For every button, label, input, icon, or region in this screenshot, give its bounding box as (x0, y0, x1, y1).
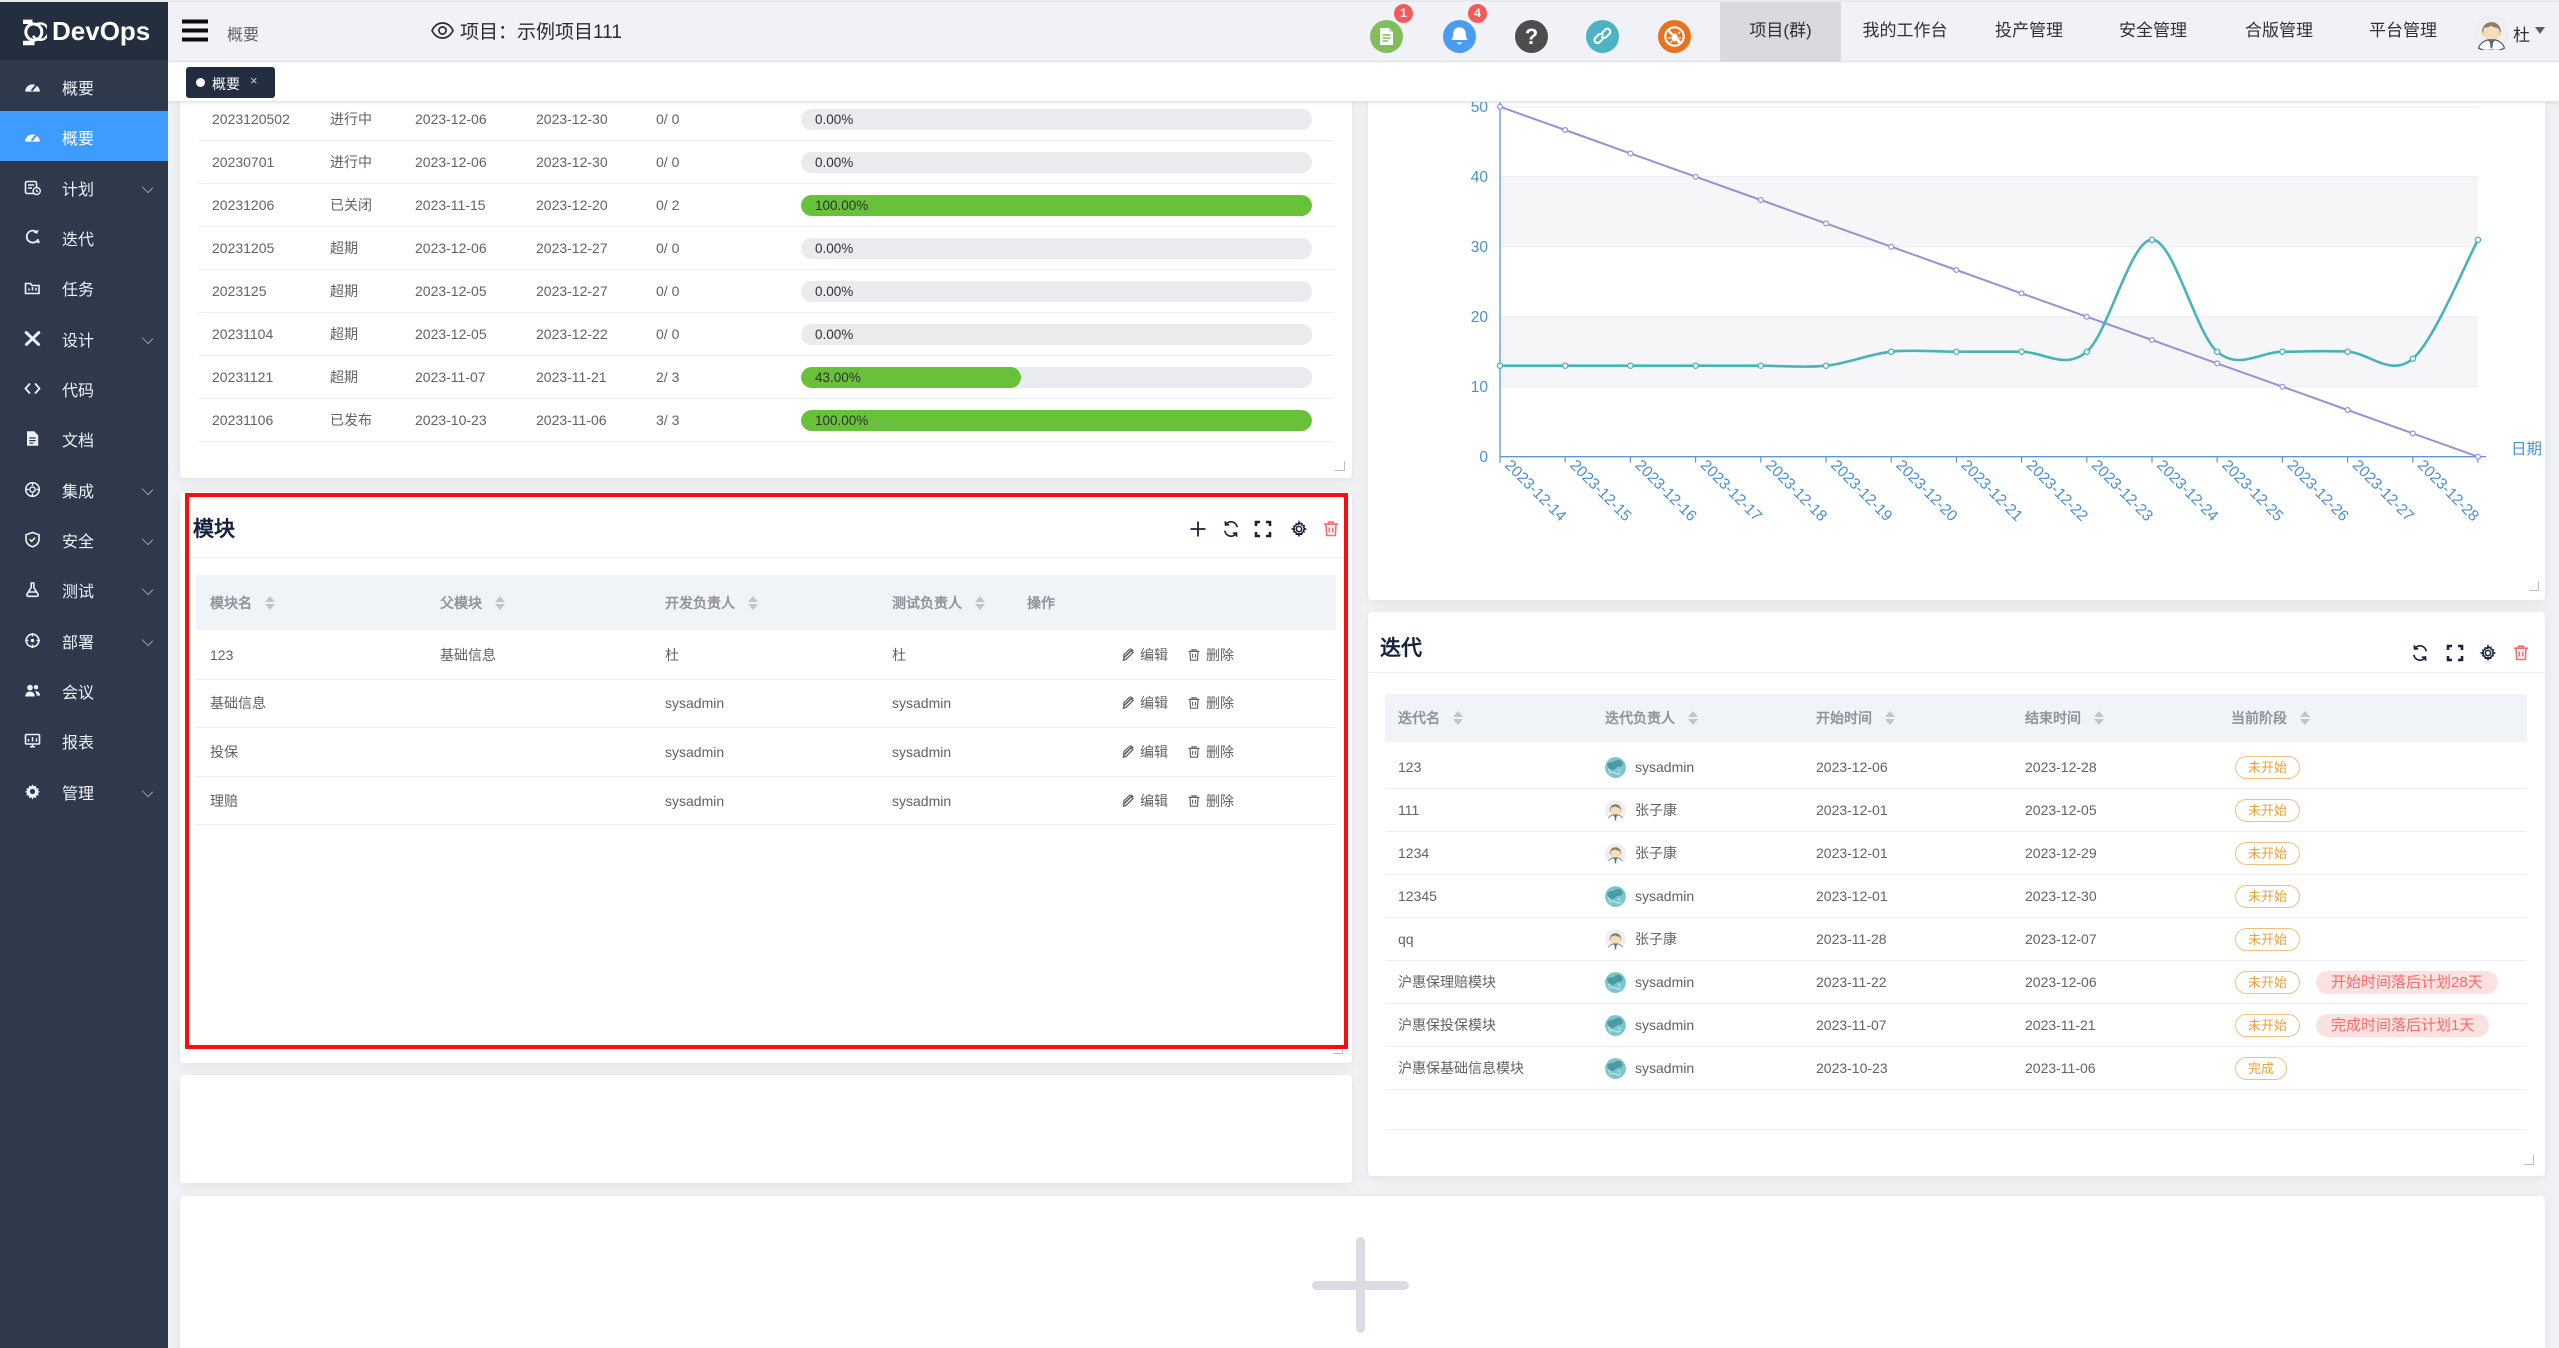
svg-text:2023-12-19: 2023-12-19 (1827, 457, 1895, 525)
svg-text:2023-12-20: 2023-12-20 (1892, 457, 1960, 525)
svg-text:2023-12-23: 2023-12-23 (2088, 457, 2156, 525)
svg-text:2023-12-18: 2023-12-18 (1762, 457, 1830, 525)
svg-text:2023-12-27: 2023-12-27 (2349, 457, 2417, 525)
svg-text:20: 20 (1471, 309, 1489, 326)
svg-text:2023-12-15: 2023-12-15 (1566, 457, 1634, 525)
svg-text:40: 40 (1471, 169, 1489, 186)
svg-text:30: 30 (1471, 239, 1489, 256)
svg-text:日期: 日期 (2511, 440, 2542, 458)
svg-text:10: 10 (1471, 379, 1489, 396)
svg-text:2023-12-16: 2023-12-16 (1632, 457, 1700, 525)
svg-text:2023-12-14: 2023-12-14 (1501, 457, 1569, 525)
svg-text:2023-12-26: 2023-12-26 (2284, 457, 2352, 525)
svg-text:2023-12-17: 2023-12-17 (1697, 457, 1765, 525)
svg-text:2023-12-24: 2023-12-24 (2153, 457, 2221, 525)
svg-text:2023-12-21: 2023-12-21 (1958, 457, 2026, 525)
svg-text:2023-12-28: 2023-12-28 (2414, 457, 2482, 525)
svg-text:50: 50 (1471, 102, 1489, 116)
svg-text:2023-12-25: 2023-12-25 (2218, 457, 2286, 525)
svg-text:2023-12-22: 2023-12-22 (2023, 457, 2091, 525)
svg-text:0: 0 (1479, 449, 1488, 466)
